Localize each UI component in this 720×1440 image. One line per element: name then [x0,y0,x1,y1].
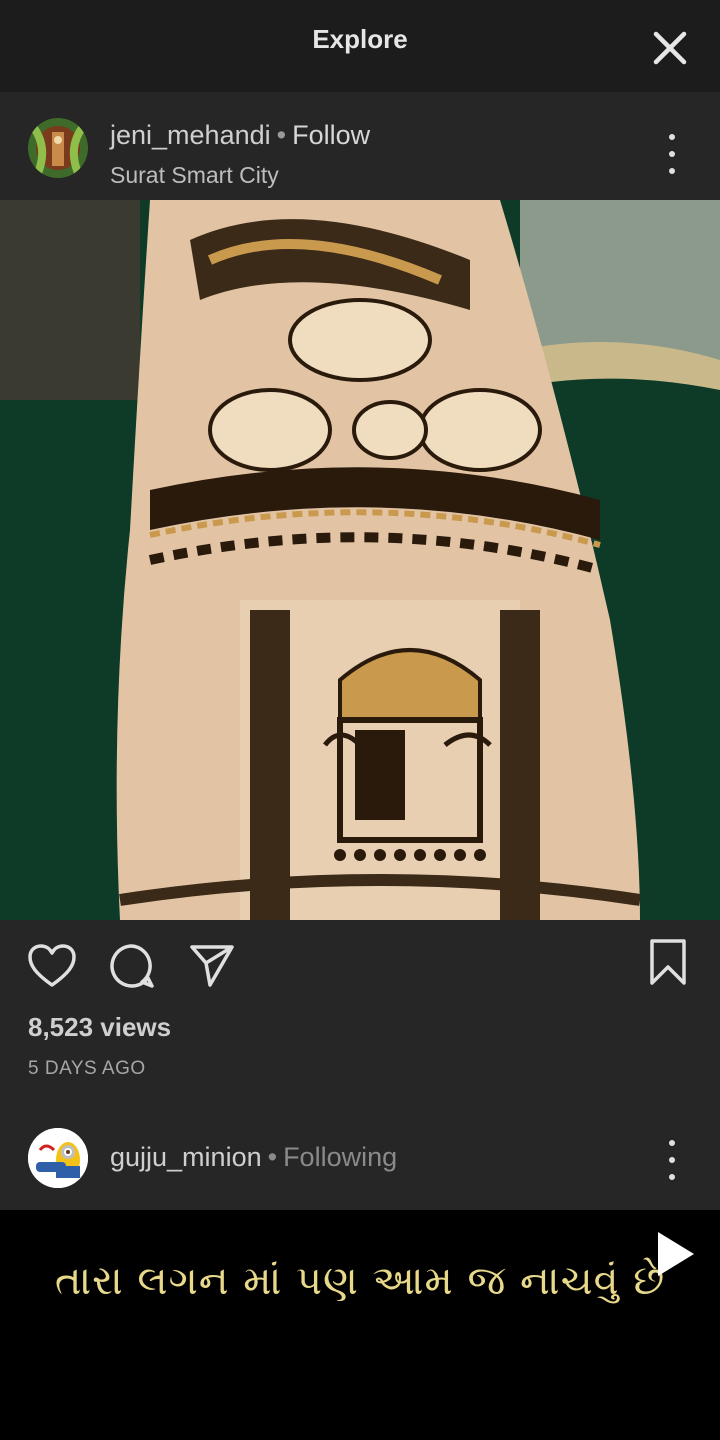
like-button[interactable] [24,938,80,994]
following-button[interactable]: Following [283,1142,397,1172]
avatar-image [28,118,88,178]
more-dot-icon [669,168,675,174]
next-post-media[interactable]: તારા લગન માં પણ આમ જ નાચવું છે [0,1210,720,1440]
more-dot-icon [669,1174,675,1180]
more-dot-icon [669,1140,675,1146]
share-icon [190,945,234,987]
post-actions: 8,523 views 5 DAYS AGO [0,920,720,1110]
post-header: jeni_mehandi • Follow Surat Smart City [0,92,720,200]
heart-icon [28,944,76,987]
henna-arm-image [0,200,720,920]
video-caption: તારા લગન માં પણ આમ જ નાચવું છે [54,1258,666,1304]
username[interactable]: gujju_minion [110,1142,262,1172]
play-icon[interactable] [656,1230,696,1278]
more-dot-icon [669,134,675,140]
comment-icon [110,944,154,988]
minion-avatar-image [28,1128,88,1188]
username[interactable]: jeni_mehandi [110,120,271,150]
comment-button[interactable] [104,938,160,994]
close-button[interactable] [646,24,694,72]
top-bar: Explore [0,0,720,92]
bookmark-icon [650,939,686,985]
post-media[interactable] [0,200,720,920]
page-title: Explore [312,24,408,54]
share-button[interactable] [184,938,240,994]
more-dot-icon [669,151,675,157]
save-button[interactable] [640,934,696,990]
close-icon [653,31,687,65]
view-count[interactable]: 8,523 views [28,1012,171,1043]
location-label[interactable]: Surat Smart City [110,162,279,189]
more-options-button[interactable] [660,134,684,174]
post-date: 5 DAYS AGO [28,1058,146,1079]
avatar[interactable] [28,118,88,178]
avatar[interactable] [28,1128,88,1188]
more-options-button[interactable] [660,1140,684,1180]
follow-button[interactable]: Follow [292,120,370,150]
separator-dot: • [267,1142,278,1172]
separator-dot: • [276,120,287,150]
next-post-header: gujju_minion • Following [0,1110,720,1210]
more-dot-icon [669,1157,675,1163]
